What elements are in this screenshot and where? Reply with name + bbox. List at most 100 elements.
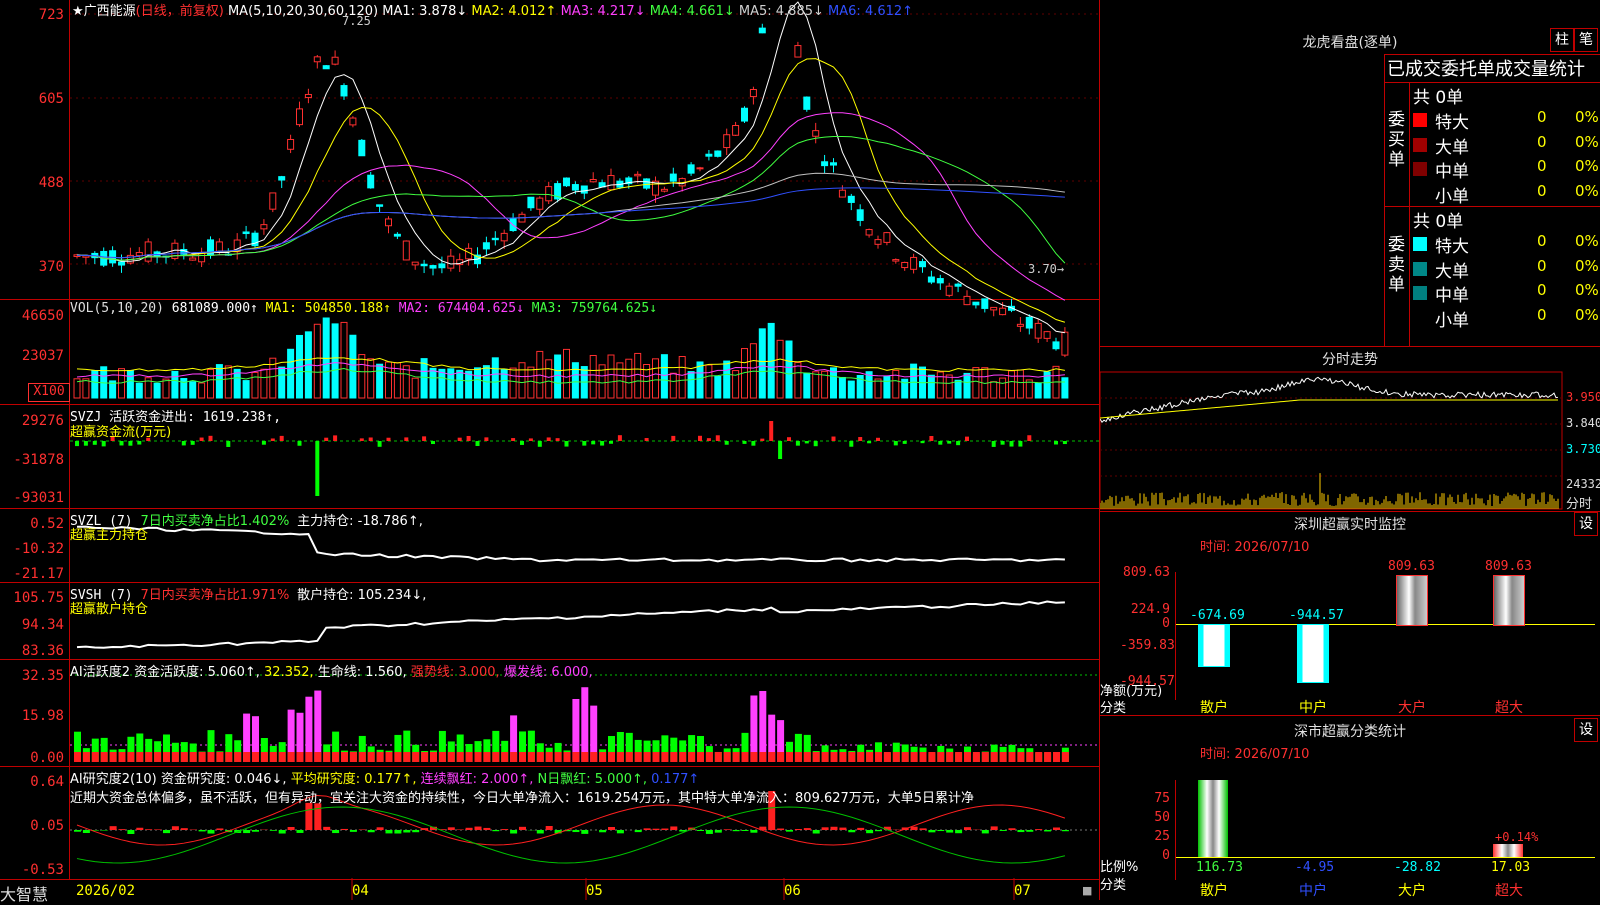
- volume-bar: [884, 376, 890, 398]
- research-bar: [572, 830, 579, 832]
- fund-flow-bar: [476, 441, 480, 446]
- fund-flow-bar: [75, 441, 79, 446]
- activity-base-bar: [955, 752, 962, 762]
- kline-ytick: 370: [0, 259, 64, 275]
- sz-monitor-title: 深圳超赢实时监控: [1250, 514, 1450, 534]
- volume-bar: [608, 355, 614, 398]
- chart-area[interactable]: ★广西能源(日线，前复权) MA(5,10,20,30,60,120) MA1:…: [0, 0, 1100, 900]
- candle-body: [270, 193, 276, 209]
- activity-bar: [314, 691, 321, 762]
- ai-research-ytick: -0.53: [0, 862, 64, 878]
- research-bar: [74, 830, 81, 832]
- fund-flow-bar: [431, 441, 435, 444]
- candle-body: [866, 230, 872, 235]
- sz-monitor-settings-button[interactable]: 设: [1574, 512, 1598, 536]
- vol-unit-button[interactable]: X100: [28, 383, 70, 402]
- ma6-value: MA6: 4.612↑: [828, 4, 913, 19]
- volume-bar: [759, 329, 765, 398]
- activity-base-bar: [457, 752, 464, 762]
- candle-body: [430, 266, 436, 269]
- fund-flow-bar: [209, 436, 213, 441]
- fund-flow-bar: [511, 438, 515, 441]
- net-amount-bar[interactable]: [1396, 575, 1428, 626]
- volume-bar: [243, 381, 249, 398]
- activity-base-bar: [341, 752, 348, 762]
- intraday-chart[interactable]: [1100, 0, 1600, 900]
- volume-bar: [421, 359, 427, 398]
- volume-bar: [466, 371, 472, 398]
- candle-body: [243, 232, 249, 234]
- candle-body: [635, 174, 641, 175]
- activity-base-bar: [750, 752, 757, 762]
- fund-flow-bar: [1054, 441, 1058, 444]
- high-price-mark: 7.25: [342, 14, 371, 28]
- fund-flow-bar: [556, 438, 560, 441]
- volume-bar: [893, 370, 899, 398]
- vol-ytick: 23037: [0, 348, 64, 364]
- retail-line: [77, 602, 1065, 648]
- candle-body: [216, 242, 222, 251]
- research-bar: [875, 830, 882, 831]
- ai-active-v4: 强势线: 3.000,: [411, 665, 500, 680]
- fund-flow-bar: [618, 435, 622, 441]
- lock-icon[interactable]: ■: [1082, 884, 1092, 897]
- ratio-value: 17.03: [1491, 860, 1530, 875]
- fund-flow-bar: [271, 438, 275, 441]
- ratio-bar[interactable]: [1198, 780, 1228, 857]
- activity-base-bar: [323, 752, 330, 762]
- fund-flow-bar: [743, 441, 747, 444]
- fund-flow-bar: [565, 441, 569, 447]
- ai-research-v2: 平均研究度: 0.177↑,: [291, 772, 417, 787]
- research-bar: [332, 830, 339, 833]
- net-amount-bar[interactable]: [1297, 624, 1329, 683]
- activity-base-bar: [368, 752, 375, 762]
- activity-base-bar: [154, 752, 161, 762]
- fund-flow-bar: [467, 436, 471, 441]
- net-amount-value: -944.57: [1289, 608, 1344, 623]
- activity-base-bar: [350, 752, 357, 762]
- candle-body: [661, 189, 667, 191]
- net-amount-bar[interactable]: [1493, 575, 1525, 626]
- fund-flow-bar: [707, 438, 711, 441]
- sz-class-settings-button[interactable]: 设: [1574, 718, 1598, 742]
- fund-flow-bar: [182, 441, 186, 445]
- ai-research-comment: 近期大资金总体偏多，虽不活跃，但有异动，宜关注大资金的持续性，今日大单净流入：1…: [70, 787, 1098, 806]
- activity-base-bar: [813, 752, 820, 762]
- fund-flow-bar: [1018, 441, 1022, 447]
- ratio-note: +0.14%: [1495, 830, 1538, 844]
- y-axis: [1175, 780, 1176, 880]
- candle-body: [733, 126, 739, 136]
- svzl-ytick: 0.52: [0, 516, 64, 532]
- candle-body: [1053, 342, 1059, 349]
- sz-class-axis-label: 比例%: [1100, 856, 1138, 875]
- candle-body: [920, 262, 926, 267]
- fund-flow-bar: [280, 436, 284, 441]
- research-bar: [742, 830, 749, 831]
- research-bar: [519, 827, 526, 830]
- vol-header: VOL(5,10,20) 681089.000↑ MA1: 504850.188…: [70, 301, 657, 316]
- candle-body: [314, 57, 320, 62]
- fund-flow-bar: [956, 441, 960, 445]
- svzl-ytick: -21.17: [0, 566, 64, 582]
- volume-bar: [964, 373, 970, 398]
- candle-body: [875, 240, 881, 245]
- research-bar: [279, 830, 286, 834]
- activity-base-bar: [617, 752, 624, 762]
- sz-monitor-ytick: -359.83: [1120, 638, 1170, 653]
- svsh-hold: 散户持仓: 105.234↓,: [297, 588, 426, 603]
- volume-bar: [724, 361, 730, 398]
- fund-flow-bar: [128, 441, 132, 446]
- fund-flow-bar: [814, 441, 818, 446]
- research-bar: [813, 830, 820, 834]
- ratio-bar[interactable]: [1493, 844, 1523, 857]
- activity-base-bar: [1017, 752, 1024, 762]
- candle-body: [902, 262, 908, 267]
- candle-body: [1044, 332, 1050, 339]
- candle-body: [973, 302, 979, 305]
- activity-base-bar: [394, 752, 401, 762]
- candle-body: [368, 175, 374, 188]
- candle-body: [706, 154, 712, 156]
- net-amount-bar[interactable]: [1198, 624, 1230, 667]
- candle-body: [332, 57, 338, 64]
- research-bar: [670, 826, 677, 830]
